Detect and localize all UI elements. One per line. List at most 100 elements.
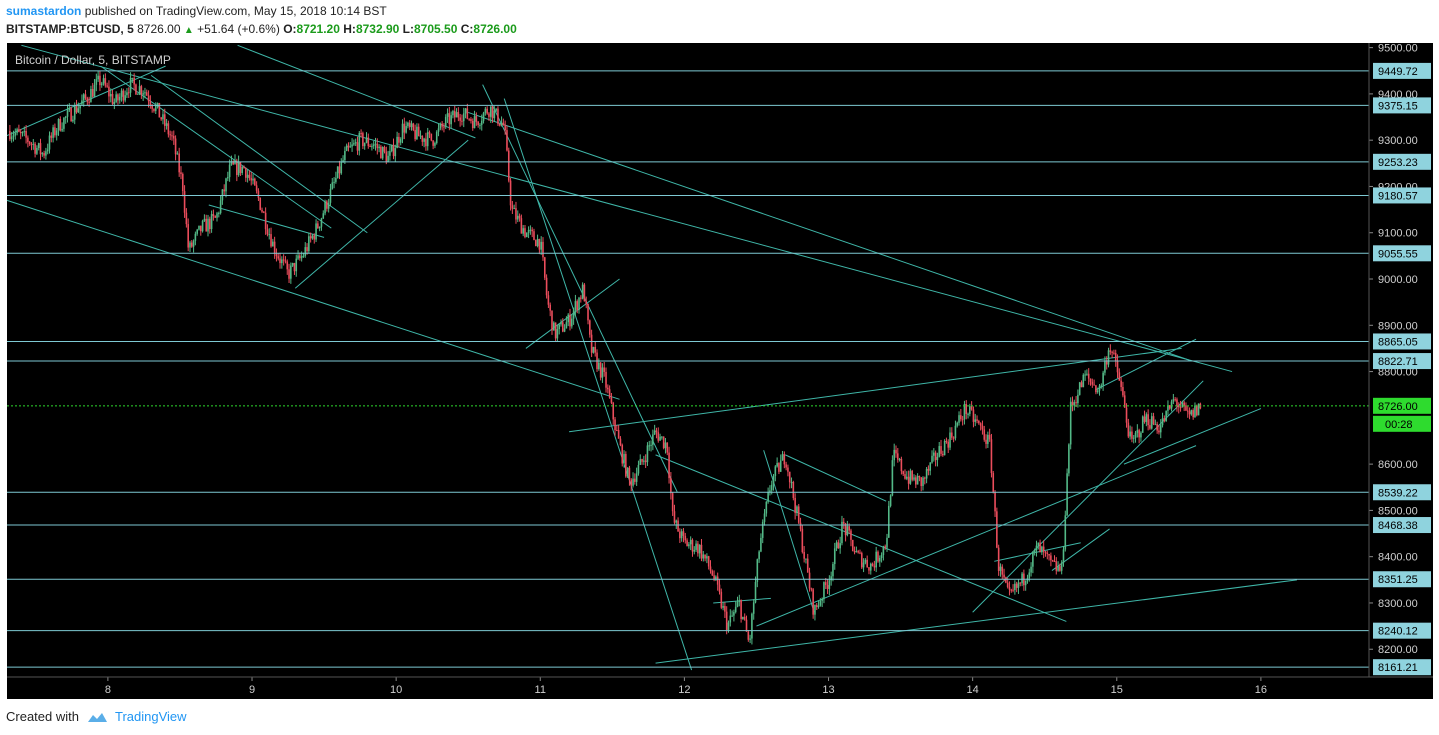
candle-body: [302, 255, 305, 257]
candle-body: [734, 606, 737, 613]
candle-body: [958, 415, 960, 423]
candle-body: [140, 86, 143, 95]
candle-body: [691, 539, 694, 552]
candle-body: [1100, 385, 1103, 387]
candle-body: [913, 477, 915, 480]
candle-body: [372, 144, 375, 147]
candle-body: [1170, 401, 1173, 409]
candle-body: [1125, 407, 1128, 423]
candle-body: [1082, 374, 1085, 388]
candle-body: [52, 127, 54, 138]
candle-body: [893, 449, 895, 461]
candle-body: [889, 495, 892, 506]
candle-body: [1042, 546, 1045, 552]
candle-body: [857, 551, 859, 553]
x-tick-label: 9: [249, 684, 255, 696]
candle-body: [839, 543, 841, 549]
candle-body: [853, 551, 856, 553]
candle-body: [1024, 580, 1027, 586]
candle-body: [75, 105, 78, 113]
candle-body: [942, 453, 944, 456]
candle-body: [84, 94, 87, 99]
level-label: 8468.38: [1378, 520, 1418, 532]
candle-body: [605, 371, 607, 388]
y-tick-label: 8900.00: [1378, 320, 1418, 332]
candle-body: [126, 92, 128, 96]
candle-body: [981, 425, 984, 430]
candle-body: [1174, 399, 1176, 401]
candle-body: [945, 440, 948, 442]
created-with-text: Created with: [6, 709, 79, 724]
candle-body: [1059, 566, 1061, 571]
candle-body: [234, 160, 236, 165]
candle-body: [257, 190, 260, 198]
candle-body: [1183, 402, 1185, 406]
candle-body: [639, 459, 642, 465]
candle-body: [39, 143, 42, 155]
candle-body: [1150, 416, 1153, 429]
candle-body: [288, 269, 290, 279]
candle-body: [115, 94, 117, 102]
candle-body: [1194, 405, 1196, 418]
candle-body: [286, 261, 289, 270]
candle-body: [82, 94, 85, 101]
candle-body: [127, 92, 130, 94]
candle-body: [1185, 405, 1187, 411]
candle-body: [282, 259, 285, 261]
candle-body: [495, 108, 497, 111]
candle-body: [693, 549, 696, 552]
candle-body: [482, 112, 485, 121]
candle-body: [1066, 473, 1068, 516]
candle-body: [68, 108, 71, 111]
candle-body: [196, 229, 198, 234]
candle-body: [353, 143, 355, 145]
candle-body: [252, 178, 254, 181]
candle-body: [583, 284, 586, 302]
candle-body: [461, 120, 463, 122]
candle-body: [23, 130, 26, 133]
candle-body: [403, 123, 406, 133]
price-chart[interactable]: 9500.009400.009300.009200.009100.009000.…: [0, 0, 1439, 705]
candle-body: [338, 166, 341, 174]
candle-body: [988, 434, 991, 440]
candle-body: [534, 240, 537, 247]
candle-body: [212, 214, 215, 216]
candle-body: [702, 554, 705, 559]
candle-body: [1159, 425, 1162, 433]
candle-body: [102, 78, 105, 84]
candle-body: [842, 521, 845, 524]
candle-body: [745, 619, 748, 632]
y-tick-label: 8600.00: [1378, 459, 1418, 471]
candle-body: [136, 93, 139, 95]
candle-body: [823, 582, 825, 600]
candle-body: [18, 129, 20, 132]
candle-body: [706, 556, 708, 559]
candle-body: [255, 185, 258, 191]
candle-body: [752, 602, 755, 614]
candle-body: [1071, 401, 1074, 406]
candle-body: [327, 202, 330, 209]
candle-body: [351, 144, 353, 147]
candle-body: [1014, 583, 1016, 591]
candle-body: [43, 153, 45, 156]
candle-body: [536, 238, 539, 247]
candle-body: [612, 402, 615, 420]
candle-body: [848, 526, 850, 531]
candle-body: [509, 180, 512, 206]
x-tick-label: 13: [822, 684, 834, 696]
y-tick-label: 8400.00: [1378, 552, 1418, 564]
candle-body: [695, 543, 697, 550]
candle-body: [1116, 360, 1119, 373]
candle-body: [697, 543, 699, 554]
candle-body: [1008, 587, 1011, 590]
candle-body: [27, 137, 29, 142]
candle-body: [340, 161, 343, 174]
candle-body: [1075, 402, 1077, 404]
x-tick-label: 14: [967, 684, 979, 696]
candle-body: [154, 105, 157, 111]
candle-body: [57, 118, 60, 131]
candle-body: [63, 117, 65, 129]
tradingview-link[interactable]: TradingView: [115, 709, 187, 724]
candle-body: [104, 78, 107, 86]
candle-body: [491, 106, 494, 119]
